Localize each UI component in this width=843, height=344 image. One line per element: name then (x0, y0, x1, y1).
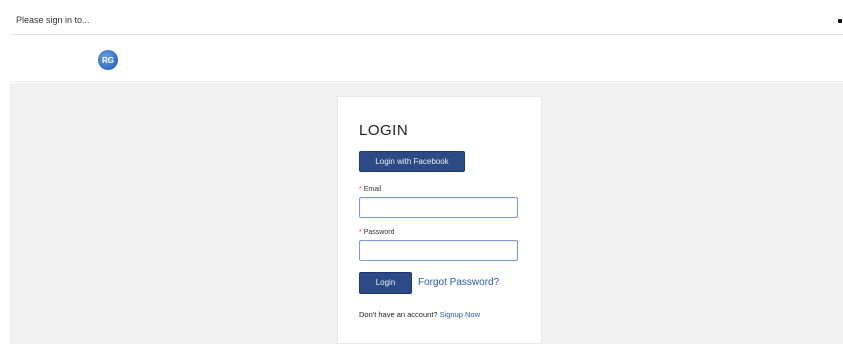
signup-link[interactable]: Signup Now (440, 310, 480, 319)
close-icon[interactable] (838, 19, 842, 23)
notice-text: Please sign in to... (16, 15, 90, 25)
email-label-text: Email (363, 186, 382, 193)
required-mark: * (359, 229, 362, 236)
main-content: LOGIN Login with Facebook * Email * Passwo… (10, 83, 843, 344)
forgot-password-link[interactable]: Forgot Password? (418, 277, 499, 288)
email-field[interactable] (359, 197, 518, 218)
password-label-text: Password (363, 229, 395, 236)
notice-bar: Please sign in to... (10, 9, 843, 35)
header: RG (10, 36, 843, 82)
login-card: LOGIN Login with Facebook * Email * Passwo… (337, 96, 542, 344)
page-title: LOGIN (359, 122, 409, 139)
email-label: * Email (359, 186, 381, 193)
no-account-text: Don't have an account? (359, 310, 438, 319)
globe-logo-icon[interactable]: RG (98, 50, 118, 70)
login-button[interactable]: Login (359, 272, 412, 294)
logo-text: RG (102, 55, 114, 65)
password-field[interactable] (359, 240, 518, 261)
required-mark: * (359, 186, 362, 193)
page: Please sign in to... RG LOGIN Login with… (0, 0, 843, 344)
signup-row: Don't have an account? Signup Now (359, 310, 480, 319)
password-label: * Password (359, 229, 394, 236)
facebook-login-button[interactable]: Login with Facebook (359, 151, 465, 172)
